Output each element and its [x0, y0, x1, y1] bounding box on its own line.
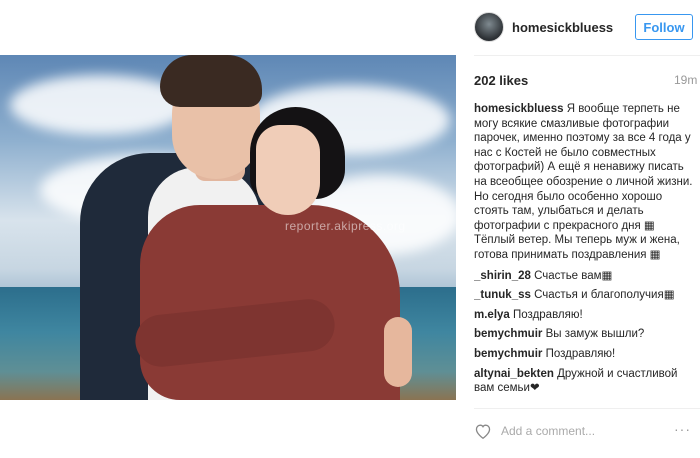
comment-username[interactable]: altynai_bekten [474, 368, 554, 380]
watermark: reporter.akipress.org [285, 219, 406, 233]
username[interactable]: homesickbluess [512, 20, 613, 35]
comment-username[interactable]: _shirin_28 [474, 270, 531, 282]
man-hair [160, 55, 262, 107]
comment: bemychmuir Вы замуж вышли? [474, 327, 696, 342]
heart-icon[interactable] [474, 423, 492, 439]
comment-text: Поздравляю! [513, 308, 583, 321]
caption: homesickbluess Я вообще терпеть не могу … [474, 102, 696, 263]
comment-username[interactable]: m.elya [474, 309, 510, 321]
comments-list[interactable]: homesickbluess Я вообще терпеть не могу … [474, 102, 696, 402]
comment-username[interactable]: bemychmuir [474, 328, 542, 340]
comment-username[interactable]: bemychmuir [474, 348, 542, 360]
post-time[interactable]: 19m [674, 73, 697, 87]
comment: altynai_bekten Дружной и счастливой вам … [474, 367, 696, 396]
post-photo[interactable]: reporter.akipress.org [0, 55, 456, 400]
comment-footer: Add a comment... ··· [474, 408, 700, 450]
comment-text: Счастья и благополучия▦ [534, 289, 675, 302]
comment: m.elya Поздравляю! [474, 308, 696, 323]
hand [384, 317, 412, 387]
woman-face [256, 125, 320, 215]
add-comment-input[interactable]: Add a comment... [501, 424, 595, 438]
divider [474, 55, 700, 56]
caption-username[interactable]: homesickbluess [474, 103, 563, 115]
post-header: homesickbluess Follow [474, 12, 700, 44]
more-options-icon[interactable]: ··· [674, 421, 691, 437]
likes-count[interactable]: 202 likes [474, 73, 528, 88]
avatar[interactable] [474, 12, 504, 42]
comment-username[interactable]: _tunuk_ss [474, 289, 531, 301]
comment: _shirin_28 Счастье вам▦ [474, 269, 696, 284]
comment: ▦▦ ▦ [474, 401, 696, 403]
comment-text: Счастье вам▦ [534, 269, 613, 282]
follow-button[interactable]: Follow [635, 14, 693, 40]
comment-text: Поздравляю! [545, 347, 616, 360]
comment: bemychmuir Поздравляю! [474, 347, 696, 362]
comment-text: Вы замуж вышли? [545, 328, 645, 341]
caption-text: Я вообще терпеть не могу всякие смазливы… [474, 103, 693, 261]
comment: _tunuk_ss Счастья и благополучия▦ [474, 288, 696, 303]
